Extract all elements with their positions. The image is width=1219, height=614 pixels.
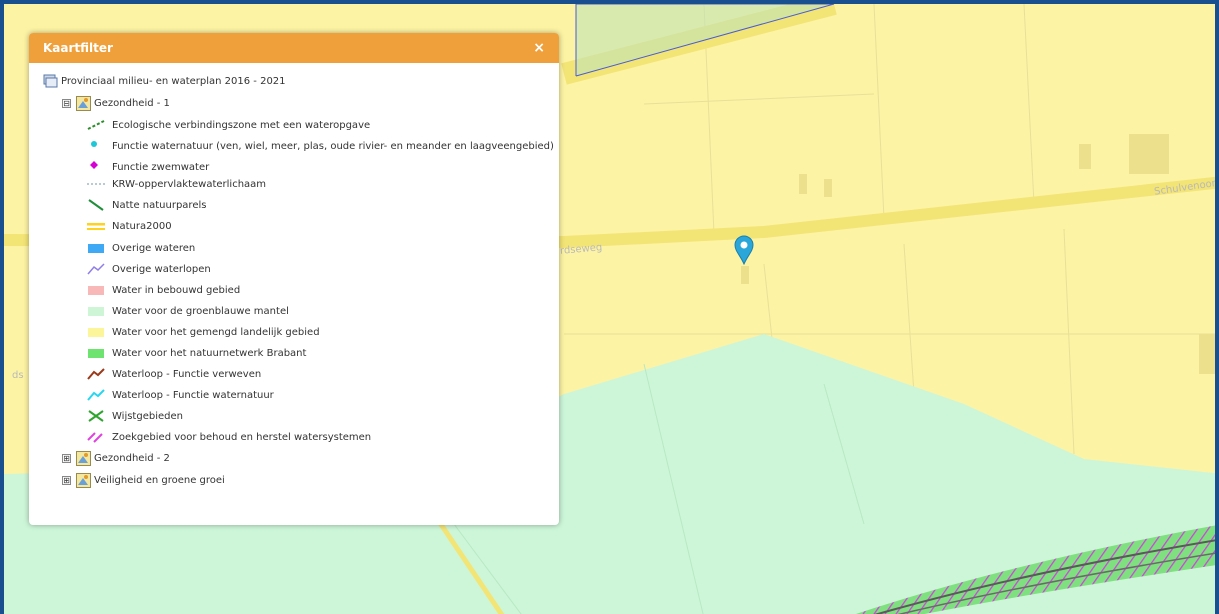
panel-header: Kaartfilter × — [29, 33, 559, 63]
legend-item[interactable]: Functie waternatuur (ven, wiel, meer, pl… — [87, 138, 554, 154]
map-stack-icon — [43, 74, 58, 87]
legend-item[interactable]: KRW-oppervlaktewaterlichaam — [87, 176, 266, 192]
street-label-ds: ds — [12, 370, 24, 381]
legend-item[interactable]: Overige wateren — [87, 240, 195, 256]
legend-item[interactable]: Wijstgebieden — [87, 408, 183, 424]
group-label: Gezondheid - 1 — [94, 97, 170, 109]
magenta-hatch-icon — [87, 432, 103, 443]
legend-item[interactable]: Water voor het natuurnetwerk Brabant — [87, 345, 306, 361]
magenta-diamond-icon — [90, 161, 98, 169]
legend-label: Water voor het gemengd landelijk gebied — [112, 326, 320, 338]
green-diagonal-line-icon — [88, 199, 104, 211]
expand-toggle-icon[interactable]: ⊞ — [62, 453, 71, 463]
cyan-dot-icon — [91, 141, 97, 147]
legend-item[interactable]: Water voor het gemengd landelijk gebied — [87, 324, 320, 340]
cyan-line-icon — [87, 389, 105, 401]
legend-item[interactable]: Ecologische verbindingszone met een wate… — [87, 117, 370, 133]
map-frame: Schulvenoord rdseweg ds Kaartfilter × Pr… — [0, 0, 1219, 614]
tree-root[interactable]: Provinciaal milieu- en waterplan 2016 - … — [43, 73, 286, 89]
legend-item[interactable]: Overige waterlopen — [87, 261, 211, 277]
tree-root-label: Provinciaal milieu- en waterplan 2016 - … — [61, 75, 286, 87]
blue-swatch-icon — [87, 241, 105, 255]
expand-toggle-icon[interactable]: ⊞ — [62, 475, 71, 485]
legend-item[interactable]: Water in bebouwd gebied — [87, 282, 240, 298]
green-swatch-icon — [87, 346, 105, 360]
layer-group-icon — [76, 472, 91, 488]
legend-label: Water voor de groenblauwe mantel — [112, 305, 289, 317]
legend-item[interactable]: Water voor de groenblauwe mantel — [87, 303, 289, 319]
light-yellow-swatch-icon — [87, 325, 105, 339]
legend-label: Overige wateren — [112, 242, 196, 254]
green-cross-icon — [88, 410, 104, 422]
layer-group-icon — [76, 450, 91, 466]
group-label: Veiligheid en groene groei — [94, 474, 225, 486]
legend-label: Natte natuurparels — [112, 199, 207, 211]
legend-label: Waterloop - Functie waternatuur — [112, 389, 274, 401]
legend-label: Functie zwemwater — [112, 161, 210, 173]
legend-label: Water in bebouwd gebied — [112, 284, 241, 296]
group-gezondheid-1[interactable]: ⊟ Gezondheid - 1 — [62, 95, 170, 111]
dashed-green-line-icon — [87, 120, 105, 130]
legend-label: KRW-oppervlaktewaterlichaam — [112, 178, 267, 190]
brown-line-icon — [87, 368, 105, 380]
yellow-lines-icon — [87, 223, 105, 230]
legend-label: Functie waternatuur (ven, wiel, meer, pl… — [112, 140, 554, 152]
legend-label: Waterloop - Functie verweven — [112, 368, 262, 380]
pink-swatch-icon — [87, 283, 105, 297]
group-veiligheid[interactable]: ⊞ Veiligheid en groene groei — [62, 472, 225, 488]
legend-item[interactable]: Waterloop - Functie waternatuur — [87, 387, 274, 403]
purple-line-icon — [87, 263, 105, 275]
layer-group-icon — [76, 95, 91, 111]
legend-label: Overige waterlopen — [112, 263, 211, 275]
legend-item[interactable]: Natte natuurparels — [87, 197, 206, 213]
light-green-swatch-icon — [87, 304, 105, 318]
legend-label: Wijstgebieden — [112, 410, 183, 422]
map-filter-panel: Kaartfilter × Provinciaal milieu- en wat… — [29, 33, 559, 525]
legend-label: Water voor het natuurnetwerk Brabant — [112, 347, 307, 359]
legend-item[interactable]: Natura2000 — [87, 218, 172, 234]
panel-title: Kaartfilter — [43, 41, 113, 55]
group-gezondheid-2[interactable]: ⊞ Gezondheid - 2 — [62, 450, 170, 466]
legend-item[interactable]: Functie zwemwater — [87, 159, 209, 175]
legend-item[interactable]: Waterloop - Functie verweven — [87, 366, 261, 382]
legend-label: Zoekgebied voor behoud en herstel waters… — [112, 431, 372, 443]
legend-item[interactable]: Zoekgebied voor behoud en herstel waters… — [87, 429, 371, 445]
legend-label: Natura2000 — [112, 220, 172, 232]
collapse-toggle-icon[interactable]: ⊟ — [62, 98, 71, 108]
dashed-grey-line-icon — [87, 183, 105, 185]
close-button[interactable]: × — [533, 40, 545, 56]
group-label: Gezondheid - 2 — [94, 452, 170, 464]
legend-label: Ecologische verbindingszone met een wate… — [112, 119, 371, 131]
